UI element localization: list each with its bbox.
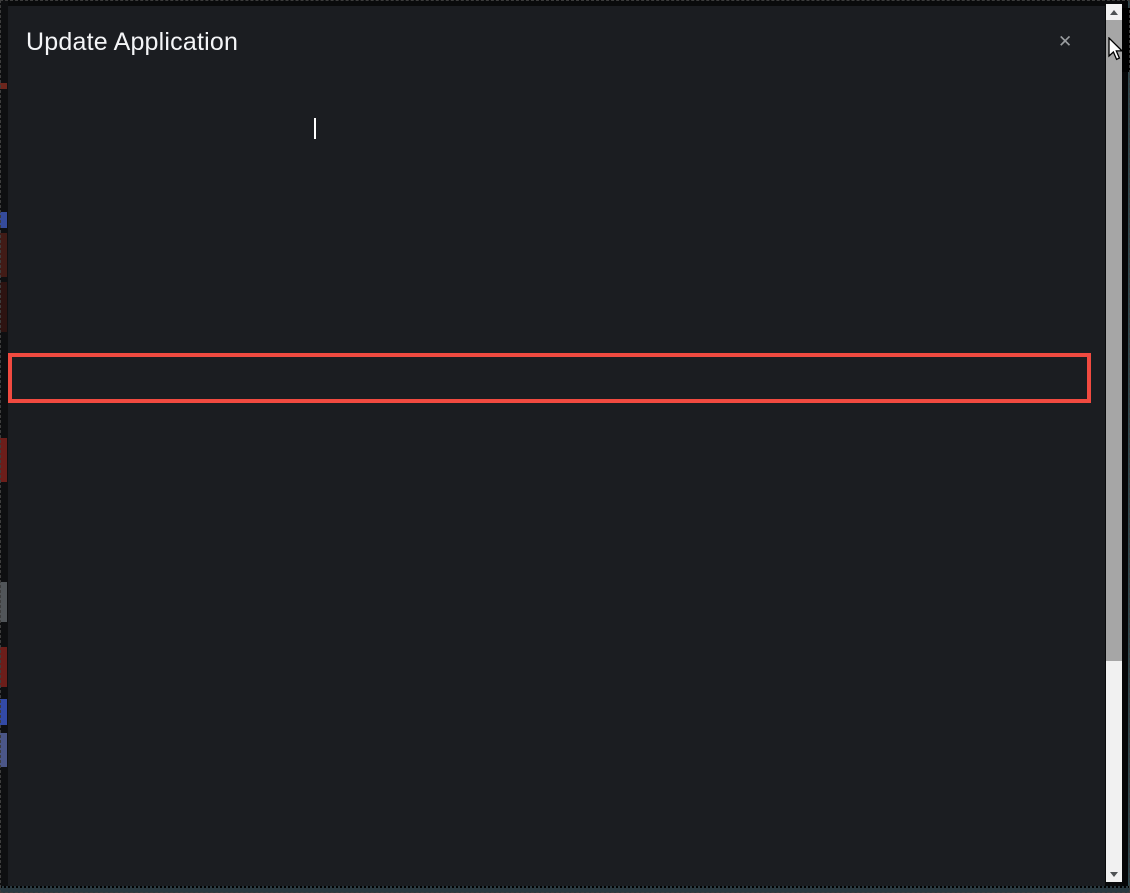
- background-fragment: [0, 282, 7, 332]
- scroll-down-icon: [1110, 872, 1118, 877]
- close-icon[interactable]: ✕: [1058, 32, 1072, 52]
- update-application-modal: Update Application ✕: [8, 6, 1105, 886]
- background-fragment: [0, 647, 7, 687]
- text-cursor: [314, 118, 316, 139]
- scroll-up-icon: [1110, 10, 1118, 15]
- background-fragment: [0, 212, 7, 228]
- background-fragment: [0, 699, 7, 725]
- mouse-cursor: [1107, 37, 1125, 61]
- scrollbar-thumb[interactable]: [1106, 20, 1122, 661]
- scrollbar-up-button[interactable]: [1106, 4, 1122, 20]
- background-fragment: [0, 233, 7, 277]
- background-page-edge: [0, 0, 8, 893]
- window-bottom-border: [0, 886, 1130, 893]
- background-fragment: [0, 438, 7, 482]
- background-fragment: [0, 733, 7, 767]
- background-fragment: [0, 582, 7, 622]
- modal-title: Update Application: [26, 28, 238, 57]
- scrollbar-track[interactable]: [1106, 4, 1122, 882]
- screenshot-root: Update Application ✕ Name* Application's…: [0, 0, 1130, 893]
- scrollbar-down-button[interactable]: [1106, 866, 1122, 882]
- background-fragment: [0, 83, 7, 89]
